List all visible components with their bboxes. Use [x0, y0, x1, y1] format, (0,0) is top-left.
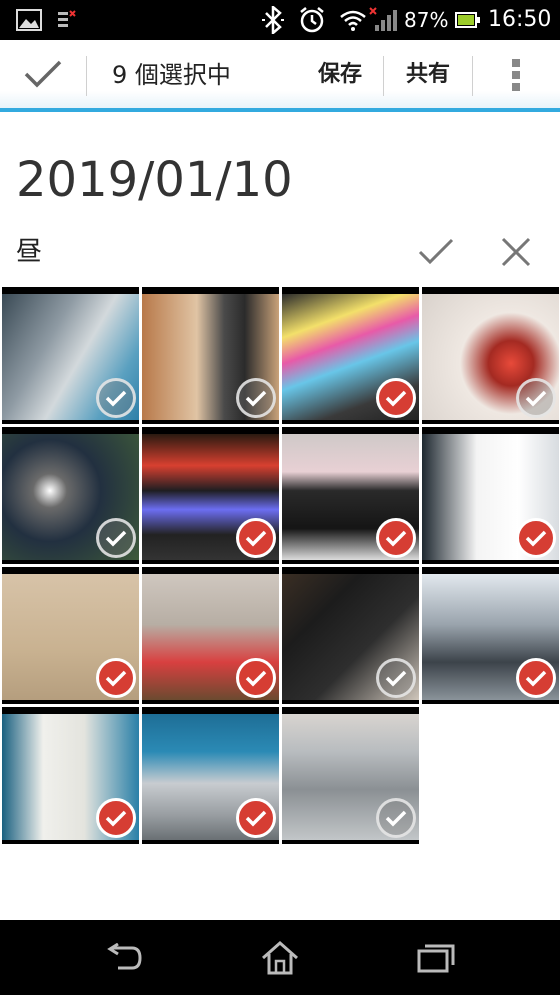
photo-thumbnail[interactable] — [142, 567, 279, 704]
wifi-icon — [338, 0, 368, 40]
selected-check-icon[interactable] — [96, 658, 136, 698]
unselected-check-icon[interactable] — [96, 378, 136, 418]
date-header: 2019/01/10 — [16, 152, 293, 208]
photo-thumbnail[interactable] — [422, 287, 559, 424]
overflow-menu-button[interactable] — [496, 40, 536, 110]
photo-thumbnail[interactable] — [422, 427, 559, 564]
selected-check-icon[interactable] — [236, 658, 276, 698]
photo-thumbnail[interactable] — [142, 427, 279, 564]
photo-thumbnail[interactable] — [282, 567, 419, 704]
photo-thumbnail[interactable] — [142, 287, 279, 424]
selected-check-icon[interactable] — [376, 518, 416, 558]
bluetooth-icon — [258, 0, 288, 40]
action-bar: 9 個選択中 保存 共有 — [0, 40, 560, 112]
group-clear-button[interactable] — [492, 230, 540, 274]
photo-thumbnail[interactable] — [282, 427, 419, 564]
home-icon — [262, 940, 298, 974]
selection-count: 9 個選択中 — [112, 61, 231, 89]
home-button[interactable] — [240, 920, 320, 995]
selected-check-icon[interactable] — [376, 378, 416, 418]
share-button[interactable]: 共有 — [392, 40, 464, 110]
divider — [86, 56, 87, 96]
selected-check-icon[interactable] — [96, 798, 136, 838]
navigation-bar — [0, 920, 560, 995]
selected-check-icon[interactable] — [516, 518, 556, 558]
unselected-check-icon[interactable] — [376, 798, 416, 838]
save-button[interactable]: 保存 — [304, 40, 376, 110]
photo-thumbnail[interactable] — [2, 567, 139, 704]
alarm-icon — [296, 0, 328, 40]
photo-thumbnail[interactable] — [2, 707, 139, 844]
photo-thumbnail[interactable] — [282, 287, 419, 424]
unselected-check-icon[interactable] — [516, 378, 556, 418]
recents-icon — [417, 944, 455, 972]
gallery-notification-icon — [14, 0, 44, 40]
unselected-check-icon[interactable] — [96, 518, 136, 558]
close-icon — [501, 237, 531, 267]
unselected-check-icon[interactable] — [376, 658, 416, 698]
data-notification-icon — [54, 0, 78, 40]
done-button[interactable] — [0, 40, 86, 108]
status-bar: 87% 16:50 — [0, 0, 560, 40]
selected-check-icon[interactable] — [236, 798, 276, 838]
photo-thumbnail[interactable] — [282, 707, 419, 844]
photo-thumbnail[interactable] — [142, 707, 279, 844]
clock: 16:50 — [488, 7, 552, 32]
photo-thumbnail[interactable] — [2, 427, 139, 564]
checkmark-icon — [24, 60, 62, 88]
selected-check-icon[interactable] — [236, 518, 276, 558]
photo-thumbnail[interactable] — [422, 567, 559, 704]
recents-button[interactable] — [396, 920, 476, 995]
signal-icon — [368, 0, 400, 40]
checkmark-icon — [418, 238, 454, 265]
divider — [383, 56, 384, 96]
divider — [472, 56, 473, 96]
overflow-icon — [512, 59, 520, 91]
photo-thumbnail[interactable] — [2, 287, 139, 424]
group-label: 昼 — [16, 237, 43, 267]
unselected-check-icon[interactable] — [236, 378, 276, 418]
group-select-all-button[interactable] — [412, 230, 460, 274]
selected-check-icon[interactable] — [516, 658, 556, 698]
back-icon — [107, 942, 142, 969]
battery-percent: 87% — [404, 8, 449, 32]
back-button[interactable] — [84, 920, 164, 995]
battery-icon — [454, 0, 482, 40]
